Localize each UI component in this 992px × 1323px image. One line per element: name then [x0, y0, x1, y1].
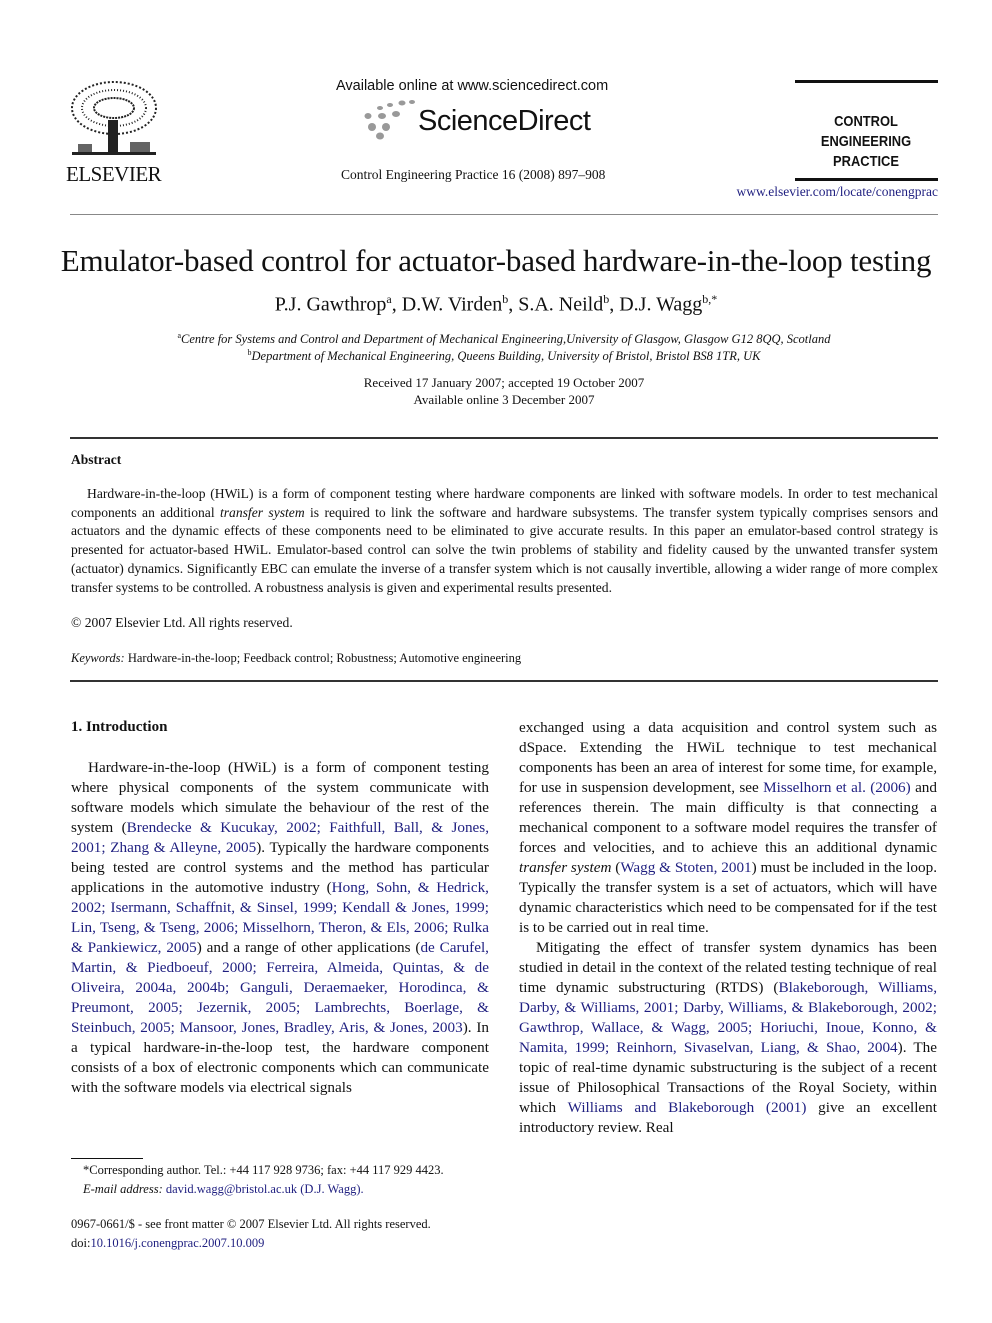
abstract-heading: Abstract: [71, 452, 122, 467]
body-text: (: [611, 859, 621, 876]
author-affiliation-mark: a: [386, 292, 392, 306]
paragraph: exchanged using a data acquisition and c…: [519, 718, 937, 938]
author-name: P.J. Gawthrop: [274, 293, 387, 316]
author-name: D.J. Wagg: [619, 293, 703, 316]
journal-title-line-1: CONTROL ENGINEERING: [820, 113, 912, 150]
journal-title: CONTROL ENGINEERING PRACTICE: [801, 112, 932, 172]
issn-copyright: 0967-0661/$ - see front matter © 2007 El…: [71, 1217, 431, 1231]
header-divider: [70, 214, 938, 215]
author-list: P.J. Gawthropa, D.W. Virdenb, S.A. Neild…: [274, 292, 718, 316]
author-affiliation-mark: b: [603, 292, 610, 306]
abstract-copyright: © 2007 Elsevier Ltd. All rights reserved…: [71, 615, 293, 630]
affiliation-b: bDepartment of Mechanical Engineering, Q…: [0, 348, 992, 364]
front-matter: 0967-0661/$ - see front matter © 2007 El…: [71, 1215, 491, 1253]
body-text: ) and a range of other applications (: [196, 939, 421, 956]
sciencedirect-dots-icon: [364, 100, 415, 140]
available-online-text[interactable]: Available online at www.sciencedirect.co…: [336, 78, 608, 94]
paragraph: Hardware-in-the-loop (HWiL) is a form of…: [71, 758, 489, 1098]
abstract-emphasis: transfer system: [219, 504, 305, 520]
footnote-rule: [71, 1158, 143, 1159]
article-title: Emulator-based control for actuator-base…: [60, 243, 932, 278]
abstract-body: Hardware-in-the-loop (HWiL) is a form of…: [71, 485, 938, 597]
journal-reference: Control Engineering Practice 16 (2008) 8…: [341, 167, 606, 182]
affiliation-text: Department of Mechanical Engineering, Qu…: [251, 349, 761, 364]
affiliation-text: Centre for Systems and Control and Depar…: [181, 332, 831, 347]
citation-link[interactable]: Williams and Blakeborough (2001): [568, 1099, 807, 1116]
doi-line: doi:10.1016/j.conengprac.2007.10.009: [71, 1234, 491, 1253]
journal-title-line-2: PRACTICE: [833, 153, 899, 170]
emphasis-text: transfer system: [519, 859, 612, 876]
received-dates: Received 17 January 2007; accepted 19 Oc…: [363, 375, 645, 390]
journal-url-link[interactable]: www.elsevier.com/locate/conengprac: [730, 184, 938, 200]
elsevier-tree-logo-icon: [71, 81, 157, 155]
citation-link[interactable]: Wagg & Stoten, 2001: [620, 859, 751, 876]
sciencedirect-logo-text: ScienceDirect: [418, 105, 591, 137]
email-line: E-mail address: david.wagg@bristol.ac.uk…: [71, 1180, 491, 1199]
abstract-divider-top: [70, 437, 938, 439]
right-column: exchanged using a data acquisition and c…: [519, 718, 937, 1138]
publisher-name: ELSEVIER: [66, 162, 162, 186]
paragraph: Mitigating the effect of transfer system…: [519, 938, 937, 1138]
keywords-label: Keywords:: [71, 651, 125, 665]
author-affiliation-mark: b: [502, 292, 509, 306]
author-name: S.A. Neild: [518, 293, 604, 316]
author-affiliation-mark[interactable]: b,*: [702, 292, 717, 306]
section-heading-introduction: 1. Introduction: [71, 719, 168, 735]
doi-label: doi:: [71, 1236, 91, 1250]
journal-title-rule-bottom: [795, 178, 938, 181]
author-name: D.W. Virden: [401, 293, 503, 316]
doi-link[interactable]: 10.1016/j.conengprac.2007.10.009: [90, 1236, 264, 1250]
citation-link[interactable]: Misselhorn et al. (2006): [763, 779, 911, 796]
keywords: Keywords: Hardware-in-the-loop; Feedback…: [71, 651, 521, 666]
corresponding-author-footnote: *Corresponding author. Tel.: +44 117 928…: [71, 1161, 491, 1199]
affiliation-a: aCentre for Systems and Control and Depa…: [0, 331, 992, 347]
available-online-date: Available online 3 December 2007: [413, 392, 595, 407]
keywords-list: Hardware-in-the-loop; Feedback control; …: [127, 651, 522, 665]
corresponding-author-contact: *Corresponding author. Tel.: +44 117 928…: [83, 1163, 444, 1177]
journal-title-rule-top: [795, 80, 938, 83]
left-column: Hardware-in-the-loop (HWiL) is a form of…: [71, 758, 489, 1098]
abstract-divider-bottom: [70, 680, 938, 682]
email-label: E-mail address:: [83, 1182, 163, 1196]
email-link[interactable]: david.wagg@bristol.ac.uk (D.J. Wagg).: [166, 1182, 364, 1196]
